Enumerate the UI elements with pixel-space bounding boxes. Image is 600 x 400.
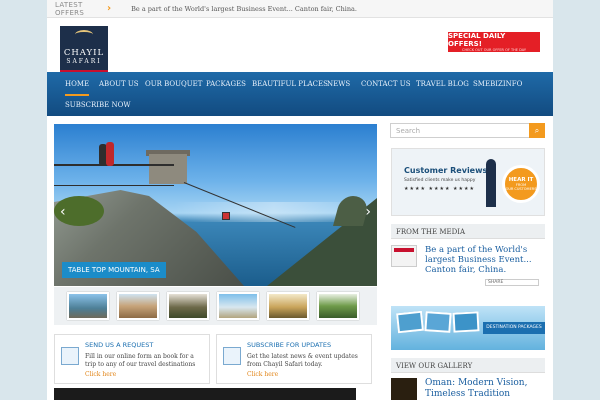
slide-image-person	[106, 142, 114, 166]
package-photo	[396, 310, 424, 334]
share-button[interactable]: SHARE	[485, 279, 539, 286]
nav-item-our-bouquet[interactable]: OUR BOUQUET	[145, 80, 202, 88]
box-title: SUBSCRIBE FOR UPDATES	[247, 341, 332, 349]
nav-item-smebizinfo[interactable]: SMEBIZINFO	[473, 80, 522, 88]
form-icon	[61, 347, 79, 365]
nav-item-contact-us[interactable]: CONTACT US	[361, 80, 411, 88]
offer-title: SPECIAL DAILY OFFERS!	[448, 32, 506, 48]
slide-image-railing	[54, 164, 174, 186]
from-the-media-heading: FROM THE MEDIA	[391, 224, 545, 239]
page: LATEST OFFERS › Be a part of the World's…	[47, 0, 553, 400]
featured-strip	[54, 388, 356, 400]
nav-item-about-us[interactable]: ABOUT US	[99, 80, 139, 88]
subscribe-click-here-link[interactable]: Click here	[223, 371, 365, 378]
badge-line3: OUR CUSTOMERS	[505, 187, 537, 191]
nav-item-subscribe-now[interactable]: SUBSCRIBE NOW	[65, 101, 131, 109]
box-text: Get the latest news & event updates from…	[247, 353, 358, 368]
slide-thumbnail[interactable]	[317, 292, 359, 320]
nav-item-news[interactable]: NEWS	[327, 80, 350, 88]
ticker-label: LATEST OFFERS	[55, 0, 85, 17]
slide-thumbnail[interactable]	[217, 292, 259, 320]
slide-caption[interactable]: TABLE TOP MOUNTAIN, SA	[62, 262, 166, 278]
gallery-article-link[interactable]: Oman: Modern Vision, Timeless Tradition	[425, 378, 550, 400]
slide-thumbnail[interactable]	[167, 292, 209, 320]
star-rating-icon: ★★★★ ★★★★ ★★★★	[404, 186, 475, 192]
slider-thumbnails	[54, 287, 377, 325]
box-title: SEND US A REQUEST	[85, 341, 154, 349]
media-thumbnail[interactable]	[391, 245, 417, 267]
chevron-right-icon: ›	[107, 3, 112, 14]
send-request-box: SEND US A REQUEST Fill in our online for…	[54, 334, 210, 384]
request-click-here-link[interactable]: Click here	[61, 371, 203, 378]
slide-thumbnail[interactable]	[67, 292, 109, 320]
nav-item-travel-blog[interactable]: TRAVEL BLOG	[416, 80, 469, 88]
search-icon[interactable]: ⌕	[529, 123, 545, 138]
logo-arc-icon	[75, 30, 93, 39]
packages-label: DESTINATION PACKAGES	[483, 322, 545, 334]
newsletter-icon	[223, 347, 241, 365]
destination-packages-banner[interactable]: DESTINATION PACKAGES	[391, 306, 545, 350]
main-nav: HOME ABOUT US OUR BOUQUET PACKAGES BEAUT…	[47, 72, 553, 116]
hero-slider[interactable]: ‹ › TABLE TOP MOUNTAIN, SA	[54, 124, 377, 286]
latest-offers-ticker: LATEST OFFERS › Be a part of the World's…	[47, 0, 553, 18]
gallery-thumbnail[interactable]	[391, 378, 417, 400]
reviews-subtitle: Satisfied clients make us happy	[404, 178, 476, 183]
logo-line1: CHAYIL	[63, 48, 105, 58]
slide-thumbnail[interactable]	[267, 292, 309, 320]
special-offers-banner[interactable]: SPECIAL DAILY OFFERS! CHECK OUT OUR OFFE…	[448, 32, 540, 52]
header: CHAYIL SAFARI SPECIAL DAILY OFFERS! CHEC…	[47, 18, 553, 73]
box-text: Fill in our online form an book for a tr…	[85, 353, 196, 368]
hear-it-badge: HEAR IT FROM OUR CUSTOMERS	[502, 165, 540, 203]
media-article-link[interactable]: Be a part of the World's largest Busines…	[425, 245, 545, 275]
slide-image-gondola	[222, 212, 230, 220]
slide-thumbnail[interactable]	[117, 292, 159, 320]
package-photo	[424, 311, 452, 333]
view-gallery-heading: VIEW OUR GALLERY	[391, 358, 545, 373]
businessman-figure	[486, 159, 496, 207]
subscribe-box: SUBSCRIBE FOR UPDATES Get the latest new…	[216, 334, 372, 384]
chevron-right-icon[interactable]: ›	[365, 204, 371, 220]
ticker-headline[interactable]: Be a part of the World's largest Busines…	[131, 5, 357, 13]
package-photo	[452, 311, 480, 333]
offer-subtitle: CHECK OUT OUR OFFER OF THE DAY	[462, 48, 526, 52]
search-input[interactable]: Search	[390, 123, 530, 138]
nav-item-packages[interactable]: PACKAGES	[206, 80, 246, 88]
nav-item-home[interactable]: HOME	[65, 80, 90, 96]
nav-item-beautiful-places[interactable]: BEAUTIFUL PLACES	[252, 80, 328, 88]
site-logo[interactable]: CHAYIL SAFARI	[60, 26, 108, 73]
logo-line2: SAFARI	[66, 58, 102, 65]
customer-reviews-banner[interactable]: Customer Reviews Satisfied clients make …	[391, 148, 545, 216]
chevron-left-icon[interactable]: ‹	[60, 204, 66, 220]
reviews-title: Customer Reviews	[404, 166, 488, 175]
